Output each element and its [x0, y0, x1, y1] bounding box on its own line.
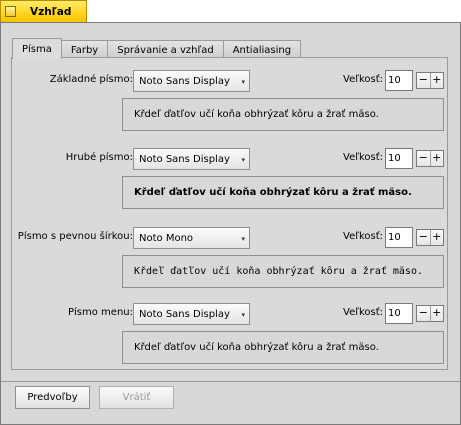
plus-icon[interactable]: +	[431, 306, 444, 321]
plain-size-stepper[interactable]: − +	[416, 72, 444, 89]
plus-icon[interactable]: +	[431, 230, 444, 245]
divider	[1, 381, 460, 382]
fixed-font-label: Písmo s pevnou šírkou:	[17, 231, 133, 242]
window-title-tab[interactable]: Vzhľad	[0, 0, 87, 22]
bold-font-select[interactable]: Noto Sans Display ▾	[133, 148, 250, 170]
chevron-down-icon: ▾	[241, 235, 245, 243]
menu-size-stepper[interactable]: − +	[416, 305, 444, 322]
plain-font-row: Základné písmo: Noto Sans Display ▾ Veľk…	[12, 70, 447, 92]
appearance-window: Písma Farby Správanie a vzhľad Antialias…	[0, 22, 461, 425]
fixed-font-select[interactable]: Noto Mono ▾	[133, 227, 250, 249]
menu-size-label: Veľkosť:	[343, 307, 384, 318]
minus-icon[interactable]: −	[417, 73, 431, 88]
fixed-font-row: Písmo s pevnou šírkou: Noto Mono ▾ Veľko…	[12, 227, 447, 249]
tab-bar: Písma Farby Správanie a vzhľad Antialias…	[12, 38, 302, 59]
minus-icon[interactable]: −	[417, 230, 431, 245]
bold-font-row: Hrubé písmo: Noto Sans Display ▾ Veľkosť…	[12, 148, 447, 170]
bold-size-label: Veľkosť:	[343, 152, 384, 163]
bold-font-value: Noto Sans Display	[139, 153, 230, 165]
plus-icon[interactable]: +	[431, 151, 444, 166]
plain-font-select[interactable]: Noto Sans Display ▾	[133, 70, 250, 92]
fonts-panel: Základné písmo: Noto Sans Display ▾ Veľk…	[11, 57, 448, 370]
fixed-size-label: Veľkosť:	[343, 231, 384, 242]
menu-font-value: Noto Sans Display	[139, 308, 230, 320]
fixed-size-input[interactable]: 10	[385, 227, 413, 248]
plain-size-input[interactable]: 10	[385, 70, 413, 91]
window-title: Vzhľad	[30, 5, 72, 18]
minus-icon[interactable]: −	[417, 306, 431, 321]
tab-fonts[interactable]: Písma	[12, 38, 62, 59]
plus-icon[interactable]: +	[431, 73, 444, 88]
chevron-down-icon: ▾	[241, 78, 245, 86]
bold-font-preview: Křdeľ ďatľov učí koňa obhrýzať kôru a žr…	[122, 176, 444, 209]
chevron-down-icon: ▾	[241, 311, 245, 319]
plain-font-value: Noto Sans Display	[139, 75, 230, 87]
plain-font-preview: Křdeľ ďatľov učí koňa obhrýzať kôru a žr…	[122, 98, 444, 131]
menu-font-row: Písmo menu: Noto Sans Display ▾ Veľkosť:…	[12, 303, 447, 325]
plain-font-label: Základné písmo:	[49, 74, 133, 85]
minus-icon[interactable]: −	[417, 151, 431, 166]
defaults-button[interactable]: Predvoľby	[15, 386, 90, 409]
window-close-box[interactable]	[5, 6, 16, 17]
bold-size-stepper[interactable]: − +	[416, 150, 444, 167]
fixed-font-preview: Křdeľ ďatľov učí koňa obhrýzať kôru a žr…	[122, 255, 444, 288]
bold-font-label: Hrubé písmo:	[65, 152, 133, 163]
menu-size-input[interactable]: 10	[385, 303, 413, 324]
bold-size-input[interactable]: 10	[385, 148, 413, 169]
revert-button[interactable]: Vrátiť	[99, 386, 174, 409]
menu-font-select[interactable]: Noto Sans Display ▾	[133, 303, 250, 325]
fixed-size-stepper[interactable]: − +	[416, 229, 444, 246]
plain-size-label: Veľkosť:	[343, 74, 384, 85]
fixed-font-value: Noto Mono	[139, 232, 194, 244]
menu-font-label: Písmo menu:	[68, 307, 133, 318]
chevron-down-icon: ▾	[241, 156, 245, 164]
menu-font-preview: Křdeľ ďatľov učí koňa obhrýzať kôru a žr…	[122, 331, 444, 364]
